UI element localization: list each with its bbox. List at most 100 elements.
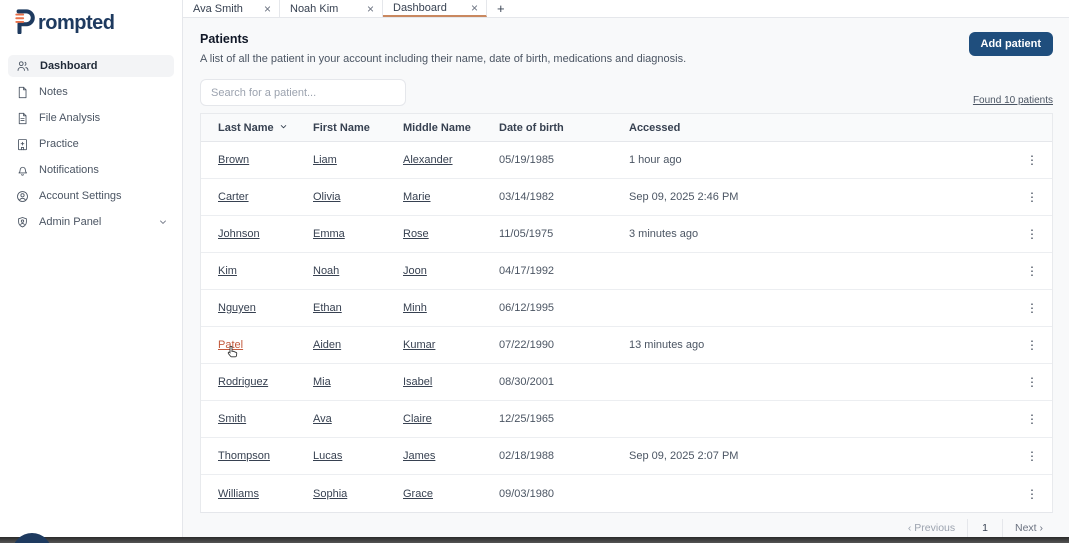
patient-middle-link[interactable]: James [403, 450, 435, 462]
sidebar-item-dashboard[interactable]: Dashboard [8, 55, 174, 77]
tab-dashboard[interactable]: Dashboard × [383, 0, 487, 17]
dob-cell: 07/22/1990 [499, 339, 629, 351]
patient-middle-link[interactable]: Marie [403, 191, 431, 203]
patient-last-link[interactable]: Johnson [218, 228, 260, 240]
sidebar-item-practice[interactable]: Practice [8, 133, 174, 155]
search-input[interactable] [200, 79, 406, 106]
table-row: Rodriguez Mia Isabel 08/30/2001 ⋮ [201, 364, 1052, 401]
row-menu-kebab-icon[interactable]: ⋮ [1012, 190, 1052, 204]
column-header-first-name[interactable]: First Name [313, 122, 403, 134]
new-tab-button[interactable]: + [487, 0, 515, 17]
chevron-down-icon [158, 217, 168, 227]
column-header-date-of-birth[interactable]: Date of birth [499, 122, 629, 134]
patient-middle-link[interactable]: Kumar [403, 339, 435, 351]
patient-last-link[interactable]: Williams [218, 488, 259, 500]
row-menu-kebab-icon[interactable]: ⋮ [1012, 338, 1052, 352]
patient-first-link[interactable]: Lucas [313, 450, 342, 462]
sidebar-item-notes[interactable]: Notes [8, 81, 174, 103]
cursor-icon [225, 344, 241, 363]
patient-first-link[interactable]: Mia [313, 376, 331, 388]
column-header-middle-name[interactable]: Middle Name [403, 122, 499, 134]
row-menu-kebab-icon[interactable]: ⋮ [1012, 487, 1052, 501]
column-header-last-name[interactable]: Last Name [218, 122, 313, 134]
patient-middle-link[interactable]: Alexander [403, 154, 453, 166]
page-description: A list of all the patient in your accoun… [200, 53, 686, 65]
sidebar-item-admin-panel[interactable]: Admin Panel [8, 211, 174, 233]
row-menu-kebab-icon[interactable]: ⋮ [1012, 449, 1052, 463]
content-region: Ava Smith×Noah Kim×Dashboard×+ Patients … [183, 0, 1069, 543]
app-window: rompted Dashboard Notes File Analysis Pract… [0, 0, 1069, 543]
patient-last-link[interactable]: Rodriguez [218, 376, 268, 388]
close-icon[interactable]: × [367, 3, 374, 15]
patient-middle-link[interactable]: Claire [403, 413, 432, 425]
add-patient-button[interactable]: Add patient [969, 32, 1054, 56]
patient-first-link[interactable]: Noah [313, 265, 339, 277]
dob-cell: 08/30/2001 [499, 376, 629, 388]
patient-first-link[interactable]: Sophia [313, 488, 347, 500]
row-menu-kebab-icon[interactable]: ⋮ [1012, 153, 1052, 167]
patient-last-link[interactable]: Kim [218, 265, 237, 277]
table-row: Thompson Lucas James 02/18/1988Sep 09, 2025… [201, 438, 1052, 475]
dob-cell: 02/18/1988 [499, 450, 629, 462]
row-menu-kebab-icon[interactable]: ⋮ [1012, 375, 1052, 389]
accessed-cell: Sep 09, 2025 2:07 PM [629, 450, 1012, 462]
patient-middle-link[interactable]: Joon [403, 265, 427, 277]
found-patients-link[interactable]: Found 10 patients [973, 95, 1053, 106]
patient-last-link[interactable]: Thompson [218, 450, 270, 462]
patient-first-link[interactable]: Olivia [313, 191, 341, 203]
patient-middle-link[interactable]: Rose [403, 228, 429, 240]
sidebar-item-notifications[interactable]: Notifications [8, 159, 174, 181]
patient-middle-link[interactable]: Isabel [403, 376, 432, 388]
sidebar-nav: Dashboard Notes File Analysis Practice Notif… [0, 49, 182, 243]
row-menu-kebab-icon[interactable]: ⋮ [1012, 264, 1052, 278]
sidebar: rompted Dashboard Notes File Analysis Pract… [0, 0, 183, 543]
table-row: Johnson Emma Rose 11/05/19753 minutes ago⋮ [201, 216, 1052, 253]
patients-table: Last NameFirst NameMiddle NameDate of bi… [200, 113, 1053, 513]
next-page-button[interactable]: Next › [1003, 519, 1049, 537]
sidebar-item-label: Admin Panel [39, 216, 101, 228]
previous-page-button[interactable]: ‹ Previous [902, 519, 967, 537]
column-header-accessed[interactable]: Accessed [629, 122, 1012, 134]
table-header-row: Last NameFirst NameMiddle NameDate of bi… [201, 114, 1052, 142]
patient-first-link[interactable]: Aiden [313, 339, 341, 351]
table-body: BrownLiamAlexander05/19/19851 hour ago⋮C… [201, 142, 1052, 512]
patient-last-link[interactable]: Carter [218, 191, 249, 203]
row-menu-kebab-icon[interactable]: ⋮ [1012, 301, 1052, 315]
table-row: Kim Noah Joon 04/17/1992 ⋮ [201, 253, 1052, 290]
logo-wordmark: rompted [38, 12, 115, 35]
accessed-cell: 3 minutes ago [629, 228, 1012, 240]
dob-cell: 09/03/1980 [499, 488, 629, 500]
pagination: ‹ Previous 1 Next › [200, 519, 1053, 537]
tab-ava-smith[interactable]: Ava Smith× [183, 0, 280, 17]
tab-label: Dashboard [393, 2, 447, 14]
chevron-left-icon: ‹ [908, 522, 912, 534]
prompted-logo-icon [14, 8, 36, 39]
tab-noah-kim[interactable]: Noah Kim× [280, 0, 383, 17]
close-icon[interactable]: × [471, 2, 478, 14]
dob-cell: 11/05/1975 [499, 228, 629, 240]
user-circle-icon [16, 190, 29, 203]
row-menu-kebab-icon[interactable]: ⋮ [1012, 412, 1052, 426]
patient-first-link[interactable]: Emma [313, 228, 345, 240]
sidebar-item-label: Notifications [39, 164, 99, 176]
patient-last-link[interactable]: Brown [218, 154, 249, 166]
row-menu-kebab-icon[interactable]: ⋮ [1012, 227, 1052, 241]
patient-middle-link[interactable]: Minh [403, 302, 427, 314]
sidebar-item-file-analysis[interactable]: File Analysis [8, 107, 174, 129]
sidebar-item-label: Account Settings [39, 190, 122, 202]
patient-last-link[interactable]: Patel [218, 339, 243, 351]
sidebar-item-label: Practice [39, 138, 79, 150]
sidebar-item-label: File Analysis [39, 112, 100, 124]
close-icon[interactable]: × [264, 3, 271, 15]
sidebar-item-account-settings[interactable]: Account Settings [8, 185, 174, 207]
patient-last-link[interactable]: Nguyen [218, 302, 256, 314]
patient-first-link[interactable]: Liam [313, 154, 337, 166]
page-header-text: Patients A list of all the patient in yo… [200, 32, 686, 65]
page-number-button[interactable]: 1 [967, 519, 1003, 537]
patient-last-link[interactable]: Smith [218, 413, 246, 425]
patient-first-link[interactable]: Ava [313, 413, 332, 425]
dob-cell: 04/17/1992 [499, 265, 629, 277]
patient-first-link[interactable]: Ethan [313, 302, 342, 314]
dob-cell: 12/25/1965 [499, 413, 629, 425]
patient-middle-link[interactable]: Grace [403, 488, 433, 500]
